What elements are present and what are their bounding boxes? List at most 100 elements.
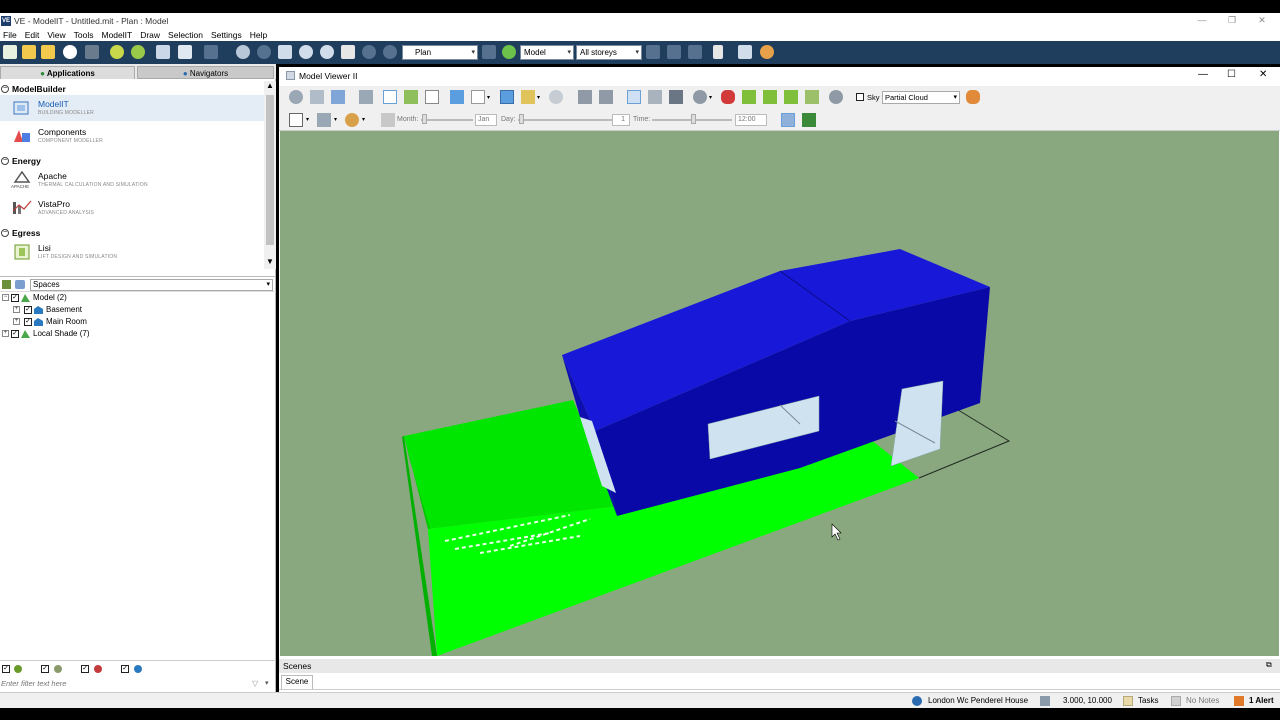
status-alerts[interactable]: 1 Alert: [1249, 696, 1274, 705]
tree-item-model[interactable]: − ✓ Model (2): [0, 292, 276, 304]
storey-select[interactable]: All storeys ▾: [576, 45, 642, 60]
menu-help[interactable]: Help: [247, 30, 272, 40]
cut-plane-icon[interactable]: [669, 90, 683, 104]
red-render-icon[interactable]: [721, 90, 735, 104]
box-outline-icon[interactable]: [471, 90, 485, 104]
orbit-icon[interactable]: [289, 90, 303, 104]
collapse-icon[interactable]: −: [1, 157, 9, 165]
filter-checkbox[interactable]: ✓: [81, 665, 89, 673]
menu-modelit[interactable]: ModelIT: [98, 30, 137, 40]
menu-file[interactable]: File: [0, 30, 22, 40]
polygon-tool-icon[interactable]: [289, 113, 303, 127]
layer-green-4-icon[interactable]: [805, 90, 819, 104]
sky-select[interactable]: Partial Cloud ▾: [882, 91, 960, 104]
layer-green-1-icon[interactable]: [742, 90, 756, 104]
sun-path-icon[interactable]: [738, 45, 752, 59]
filter-checkbox[interactable]: ✓: [121, 665, 129, 673]
wireframe-icon[interactable]: [425, 90, 439, 104]
terrain-icon[interactable]: [802, 113, 816, 127]
restore-button[interactable]: ❐: [1218, 13, 1246, 28]
zoom-window-icon[interactable]: [278, 45, 292, 59]
palette-icon[interactable]: [345, 113, 359, 127]
chevron-down-icon[interactable]: ▾: [487, 94, 490, 101]
gear-star-icon[interactable]: [131, 45, 145, 59]
status-tasks[interactable]: Tasks: [1138, 696, 1158, 705]
app-components[interactable]: Components COMPONENT MODELLER: [0, 123, 264, 149]
tree-item-main-room[interactable]: + ✓ Main Room: [0, 316, 276, 328]
render-settings-icon[interactable]: [829, 90, 843, 104]
month-slider[interactable]: [421, 119, 473, 121]
menu-selection[interactable]: Selection: [165, 30, 208, 40]
layer-green-2-icon[interactable]: [763, 90, 777, 104]
solid-mode-icon[interactable]: [383, 90, 397, 104]
viewer-close-button[interactable]: ✕: [1259, 69, 1267, 80]
chevron-down-icon[interactable]: ▾: [537, 94, 540, 101]
visibility-checkbox[interactable]: ✓: [11, 294, 19, 302]
tab-scene[interactable]: Scene: [281, 675, 313, 689]
open-folder-icon[interactable]: [22, 45, 36, 59]
layer-green-3-icon[interactable]: [784, 90, 798, 104]
cylinder-icon[interactable]: [781, 113, 795, 127]
wizard-icon[interactable]: [110, 45, 124, 59]
scenes-pin-icon[interactable]: ⧉: [1266, 660, 1272, 670]
zoom-in-icon[interactable]: [299, 45, 313, 59]
shield-icon[interactable]: [549, 90, 563, 104]
chevron-down-icon[interactable]: ▾: [709, 94, 712, 101]
ground-plane-icon[interactable]: [404, 90, 418, 104]
settings-gear-icon[interactable]: [760, 45, 774, 59]
box-yellow-icon[interactable]: [521, 90, 535, 104]
tab-navigators[interactable]: ● Navigators: [137, 66, 274, 79]
filter-funnel-icon[interactable]: ▽: [252, 679, 258, 688]
pan-hand-icon[interactable]: [341, 45, 355, 59]
chevron-down-icon[interactable]: ▾: [334, 116, 337, 123]
new-file-icon[interactable]: [3, 45, 17, 59]
app-vistapro[interactable]: VistaPro ADVANCED ANALYSIS: [0, 195, 264, 221]
model-3d-view[interactable]: [280, 131, 1279, 656]
apps-scrollbar[interactable]: ▲ ▼: [264, 81, 276, 269]
month-slider-knob[interactable]: [422, 114, 427, 124]
category-egress[interactable]: − Egress: [0, 227, 40, 239]
day-slider-knob[interactable]: [519, 114, 524, 124]
list-icon[interactable]: [178, 45, 192, 59]
chevron-down-icon[interactable]: ▾: [306, 116, 309, 123]
chevron-down-icon[interactable]: ▾: [362, 116, 365, 123]
category-energy[interactable]: − Energy: [0, 155, 41, 167]
day-slider[interactable]: [518, 119, 618, 121]
blank-icon[interactable]: [85, 45, 99, 59]
expand-toggle-icon[interactable]: +: [2, 330, 9, 337]
tab-applications[interactable]: ● Applications: [0, 66, 135, 79]
north-arrow-icon[interactable]: [713, 45, 723, 59]
tree-item-local-shade[interactable]: + ✓ Local Shade (7): [0, 328, 276, 340]
collapse-icon[interactable]: −: [1, 85, 9, 93]
expand-toggle-icon[interactable]: +: [13, 318, 20, 325]
status-location[interactable]: London Wc Penderel House: [928, 696, 1028, 705]
scroll-up-icon[interactable]: ▲: [266, 81, 274, 90]
day-spinner[interactable]: 1: [612, 114, 630, 126]
expand-toggle-icon[interactable]: +: [13, 306, 20, 313]
close-button[interactable]: ✕: [1248, 13, 1276, 28]
zoom-all-icon[interactable]: [236, 45, 250, 59]
visibility-checkbox[interactable]: ✓: [24, 318, 32, 326]
menu-tools[interactable]: Tools: [71, 30, 99, 40]
tree-item-basement[interactable]: + ✓ Basement: [0, 304, 276, 316]
refresh-icon[interactable]: [502, 45, 516, 59]
sky-checkbox[interactable]: [856, 93, 864, 101]
model-canvas[interactable]: [280, 131, 1279, 656]
menu-edit[interactable]: Edit: [22, 30, 45, 40]
light-settings-icon[interactable]: [693, 90, 707, 104]
box-selected-icon[interactable]: [500, 90, 514, 104]
filter-checkbox[interactable]: ✓: [41, 665, 49, 673]
hierarchy-icon[interactable]: [15, 280, 25, 289]
copy-view-icon[interactable]: [310, 90, 324, 104]
scroll-down-icon[interactable]: ▼: [266, 257, 274, 266]
menu-view[interactable]: View: [44, 30, 70, 40]
app-lisi[interactable]: Lisi LIFT DESIGN AND SIMULATION: [0, 239, 264, 265]
folder-open-icon[interactable]: [578, 90, 592, 104]
visibility-checkbox[interactable]: ✓: [24, 306, 32, 314]
globe-icon[interactable]: [63, 45, 77, 59]
scrollbar-thumb[interactable]: [266, 95, 274, 245]
category-modelbuilder[interactable]: − ModelBuilder: [0, 83, 66, 95]
collapse-icon[interactable]: −: [1, 229, 9, 237]
clipboard-icon[interactable]: [331, 90, 345, 104]
collapse-toggle-icon[interactable]: −: [2, 294, 9, 301]
